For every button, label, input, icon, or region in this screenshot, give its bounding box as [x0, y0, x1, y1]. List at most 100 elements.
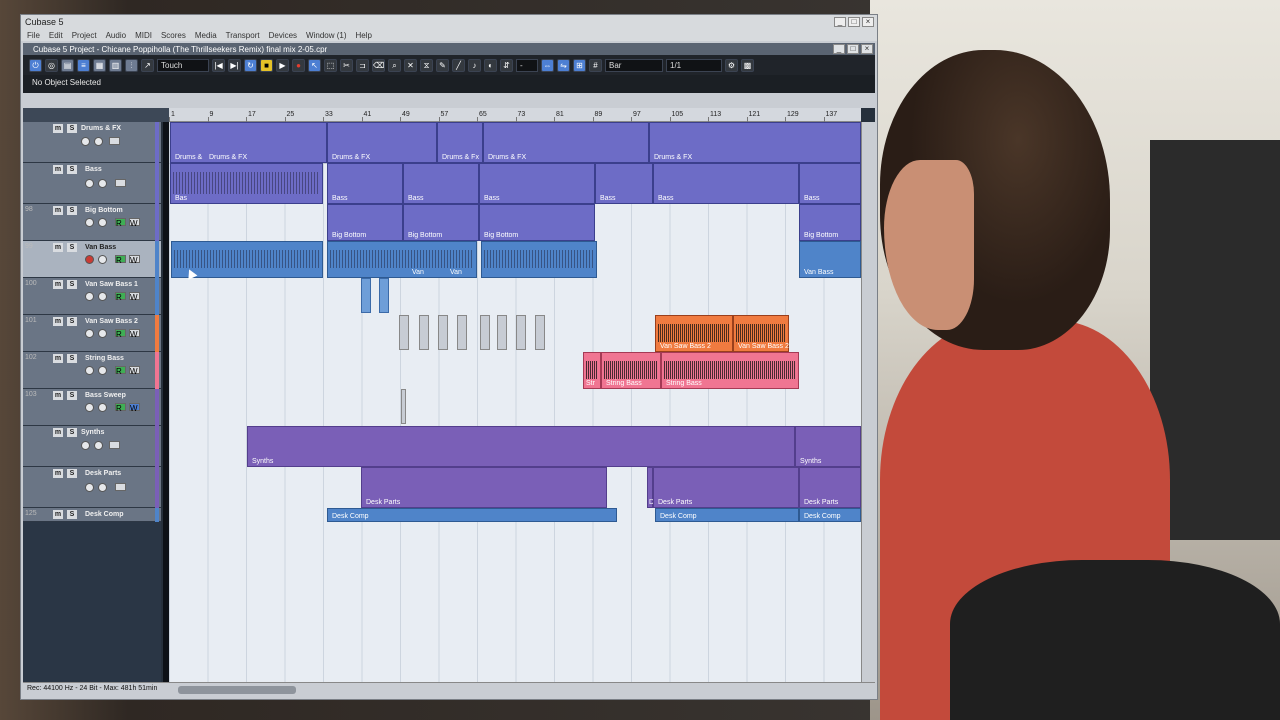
- part-big-bottom[interactable]: Big Bottom: [799, 204, 861, 241]
- quantize-icon[interactable]: ⚙: [725, 58, 738, 72]
- part-string-bass[interactable]: String Bass: [601, 352, 661, 389]
- folder-edit-icon[interactable]: [109, 441, 120, 449]
- menu-edit[interactable]: Edit: [49, 31, 63, 40]
- menu-window[interactable]: Window (1): [306, 31, 346, 40]
- read-automation-button[interactable]: R: [115, 366, 126, 376]
- read-automation-button[interactable]: R: [115, 292, 126, 302]
- solo-button[interactable]: S: [67, 391, 77, 400]
- mute-button[interactable]: m: [53, 428, 63, 437]
- read-automation-button[interactable]: R: [115, 255, 126, 265]
- constrain-delay-icon[interactable]: ◎: [45, 58, 58, 72]
- monitor-icon[interactable]: [81, 441, 90, 450]
- open-pool-icon[interactable]: ▥: [109, 58, 122, 72]
- monitor-icon[interactable]: [98, 218, 107, 227]
- minimize-button[interactable]: _: [834, 17, 846, 27]
- folder-edit-icon[interactable]: [109, 137, 120, 145]
- vertical-scrollbar[interactable]: [861, 122, 875, 682]
- show-inspector-icon[interactable]: ▤: [61, 58, 74, 72]
- record-enable-icon[interactable]: [85, 329, 94, 338]
- snap-type-select[interactable]: Bar: [605, 58, 663, 72]
- monitor-icon[interactable]: [85, 483, 94, 492]
- lane-icon[interactable]: [94, 441, 103, 450]
- monitor-icon[interactable]: [98, 403, 107, 412]
- snap-on-off-icon[interactable]: ⊞: [573, 58, 586, 72]
- erase-tool-icon[interactable]: ⌫: [372, 58, 385, 72]
- color-tool-icon[interactable]: ◐: [484, 58, 497, 72]
- part-string-bass[interactable]: Str: [583, 352, 601, 389]
- mute-button[interactable]: m: [53, 354, 63, 363]
- part-drums-fx[interactable]: Drums & FX: [649, 122, 861, 163]
- part-van-saw-bass-2[interactable]: [438, 315, 448, 350]
- quantize-select[interactable]: 1/1: [666, 58, 722, 72]
- open-mixer-icon[interactable]: ⫶: [125, 58, 138, 72]
- part-big-bottom[interactable]: Big Bottom: [327, 204, 403, 241]
- solo-button[interactable]: S: [67, 280, 77, 289]
- solo-button[interactable]: S: [67, 206, 77, 215]
- part-bass-sweep[interactable]: [401, 389, 406, 424]
- part-van-saw-bass-2[interactable]: [497, 315, 507, 350]
- part-van-saw-bass-2[interactable]: [480, 315, 490, 350]
- part-van-saw-bass-2[interactable]: [419, 315, 429, 350]
- read-automation-button[interactable]: R: [115, 218, 126, 228]
- track-van-saw-bass-1[interactable]: 100 m S Van Saw Bass 1 R W: [23, 278, 161, 315]
- part-drums-fx[interactable]: Drums & FX: [483, 122, 649, 163]
- part-van-bass[interactable]: Van Van: [327, 241, 477, 278]
- autoscroll-icon[interactable]: ⇋: [557, 58, 570, 72]
- part-van-saw-bass-2[interactable]: [535, 315, 545, 350]
- record-icon[interactable]: ●: [292, 58, 305, 72]
- glue-tool-icon[interactable]: ⊐: [356, 58, 369, 72]
- project-maximize-button[interactable]: □: [847, 44, 859, 54]
- next-marker-icon[interactable]: ▶|: [228, 58, 241, 72]
- part-bass[interactable]: Bas: [170, 163, 323, 204]
- timeline-ruler[interactable]: 1 9 17 25 33 41 49 57 65 73 81 89 97 105 113 121 129 137: [169, 108, 861, 122]
- part-desk-comp[interactable]: Desk Comp: [655, 508, 799, 522]
- record-enable-icon[interactable]: [85, 255, 94, 264]
- part-synths[interactable]: Synths: [795, 426, 861, 467]
- read-automation-button[interactable]: R: [115, 403, 126, 413]
- write-automation-button[interactable]: W: [129, 292, 140, 302]
- part-bass[interactable]: Bass: [653, 163, 799, 204]
- part-van-saw-bass-2[interactable]: [457, 315, 467, 350]
- track-desk-comp[interactable]: 125 m S Desk Comp: [23, 508, 161, 522]
- track-bass-sweep[interactable]: 103 m S Bass Sweep R W: [23, 389, 161, 426]
- solo-button[interactable]: S: [67, 317, 77, 326]
- menu-file[interactable]: File: [27, 31, 40, 40]
- monitor-icon[interactable]: [81, 137, 90, 146]
- range-tool-icon[interactable]: ⬚: [324, 58, 337, 72]
- part-van-bass[interactable]: [481, 241, 597, 278]
- write-automation-button[interactable]: W: [129, 403, 140, 413]
- part-van-saw-bass-2[interactable]: Van Saw Bass 2: [655, 315, 733, 352]
- monitor-icon[interactable]: [98, 329, 107, 338]
- lane-icon[interactable]: [94, 137, 103, 146]
- scroll-thumb[interactable]: [178, 686, 296, 694]
- part-bass[interactable]: Bass: [479, 163, 595, 204]
- cycle-icon[interactable]: ↻: [244, 58, 257, 72]
- mute-button[interactable]: m: [53, 469, 63, 478]
- mute-button[interactable]: m: [53, 243, 63, 252]
- zoom-tool-icon[interactable]: ⌕: [388, 58, 401, 72]
- record-enable-icon[interactable]: [85, 292, 94, 301]
- part-desk-parts[interactable]: Desk Parts: [799, 467, 861, 508]
- monitor-icon[interactable]: [85, 179, 94, 188]
- mute-button[interactable]: m: [53, 510, 63, 519]
- track-bass[interactable]: m S Bass: [23, 163, 161, 204]
- part-van-saw-bass-2[interactable]: [516, 315, 526, 350]
- part-van-saw-bass-2[interactable]: Van Saw Bass 2: [733, 315, 789, 352]
- track-drums-fx[interactable]: m S Drums & FX: [23, 122, 161, 163]
- grid-icon[interactable]: #: [589, 58, 602, 72]
- horizontal-scrollbar[interactable]: Rec: 44100 Hz - 24 Bit - Max: 481h 51min: [23, 682, 875, 696]
- read-automation-button[interactable]: R: [115, 329, 126, 339]
- part-big-bottom[interactable]: Big Bottom: [403, 204, 479, 241]
- part-bass[interactable]: Bass: [403, 163, 479, 204]
- draw-tool-icon[interactable]: ✎: [436, 58, 449, 72]
- menu-help[interactable]: Help: [356, 31, 372, 40]
- previous-marker-icon[interactable]: |◀: [212, 58, 225, 72]
- part-synths[interactable]: Synths: [247, 426, 795, 467]
- solo-button[interactable]: S: [67, 469, 77, 478]
- part-desk-comp[interactable]: Desk Comp: [327, 508, 617, 522]
- maximize-button[interactable]: □: [848, 17, 860, 27]
- track-big-bottom[interactable]: 98 m S Big Bottom R W: [23, 204, 161, 241]
- part-van-bass[interactable]: Van Bass: [799, 241, 861, 278]
- part-van-saw-bass-1[interactable]: [379, 278, 389, 313]
- write-automation-button[interactable]: W: [129, 255, 140, 265]
